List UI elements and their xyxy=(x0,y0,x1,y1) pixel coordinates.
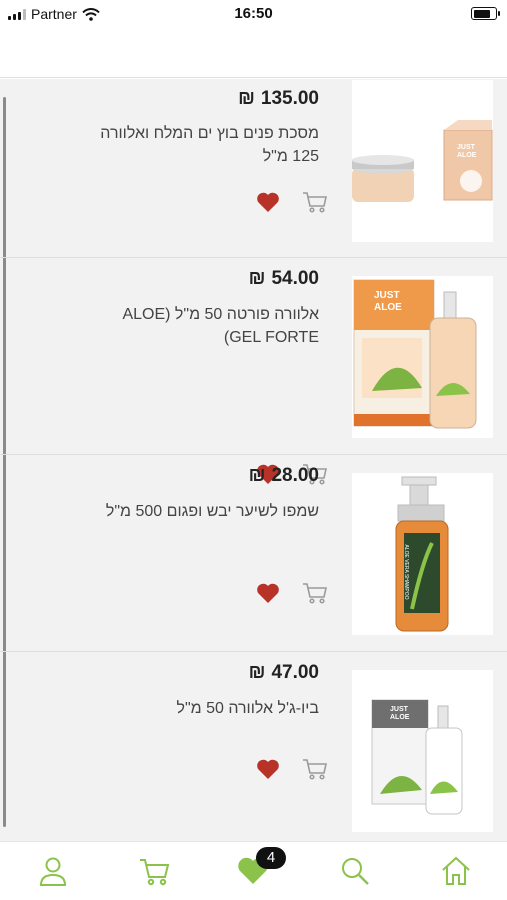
wishlist-count-badge: 4 xyxy=(256,847,286,869)
product-image-shampoo xyxy=(395,476,449,632)
product-image-bio-gel xyxy=(371,699,463,815)
product-title[interactable]: אלוורה פורטה 50 מ"ל (ALOE GEL FORTE) xyxy=(89,303,319,349)
nav-cart-button[interactable] xyxy=(137,854,171,888)
price-value: 135.00 xyxy=(260,88,319,109)
product-row[interactable]: JUST ALOE ₪ 47.00 ביו-ג'ל אלוורה 50 מ"ל xyxy=(0,653,507,841)
brand-text: JUST xyxy=(374,290,400,301)
cart-icon xyxy=(140,859,170,886)
search-icon xyxy=(342,858,369,885)
add-to-cart-button[interactable] xyxy=(302,757,328,781)
battery-fill xyxy=(473,9,490,18)
currency-symbol: ₪ xyxy=(238,88,255,109)
battery-icon xyxy=(471,7,500,20)
heart-icon xyxy=(257,759,279,779)
cart-icon xyxy=(303,583,327,604)
currency-symbol: ₪ xyxy=(248,268,266,289)
nav-home-button[interactable] xyxy=(439,854,473,888)
add-to-cart-button[interactable] xyxy=(302,190,328,214)
favorite-button[interactable] xyxy=(256,191,280,213)
brand-text: ALOE xyxy=(457,152,477,159)
product-image[interactable]: JUST ALOE xyxy=(352,80,493,242)
favorite-button[interactable] xyxy=(256,582,280,604)
product-image[interactable]: JUST ALOE xyxy=(352,670,493,832)
status-time: 16:50 xyxy=(234,5,273,22)
add-to-cart-button[interactable] xyxy=(302,581,328,605)
brand-text: JUST xyxy=(457,144,475,151)
currency-symbol: ₪ xyxy=(248,465,266,486)
heart-icon xyxy=(257,583,279,603)
bottom-navigation: 4 xyxy=(0,841,507,900)
header-bar xyxy=(0,28,507,78)
product-list[interactable]: JUST ALOE ₪ 135.00 מסכת פנים בוץ ים המלח … xyxy=(0,79,507,841)
brand-text: ALOE VERA SHAMPOO xyxy=(403,544,409,600)
user-icon xyxy=(39,857,67,886)
product-title[interactable]: ביו-ג'ל אלוורה 50 מ"ל xyxy=(89,697,319,720)
product-price: ₪ 28.00 xyxy=(249,465,319,487)
cart-icon xyxy=(303,192,327,213)
product-price: ₪ 47.00 xyxy=(249,662,319,684)
brand-text: JUST xyxy=(390,706,408,713)
product-image[interactable]: JUST ALOE xyxy=(352,276,493,438)
product-image-mask xyxy=(352,120,493,202)
nav-search-button[interactable] xyxy=(338,854,372,888)
product-price: ₪ 135.00 xyxy=(238,88,319,110)
favorite-button[interactable] xyxy=(256,758,280,780)
currency-symbol: ₪ xyxy=(248,662,266,683)
brand-text: ALOE xyxy=(390,714,410,721)
heart-icon xyxy=(257,192,279,212)
home-icon xyxy=(442,856,470,885)
product-title[interactable]: שמפו לשיער יבש ופגום 500 מ"ל xyxy=(89,500,319,523)
price-value: 54.00 xyxy=(271,268,319,289)
price-value: 47.00 xyxy=(271,662,319,683)
product-row[interactable]: JUST ALOE ₪ 54.00 אלוורה פורטה 50 מ"ל (AL… xyxy=(0,259,507,485)
product-price: ₪ 54.00 xyxy=(249,268,319,290)
product-row[interactable]: JUST ALOE ₪ 135.00 מסכת פנים בוץ ים המלח … xyxy=(0,79,507,258)
cart-icon xyxy=(303,759,327,780)
product-title[interactable]: מסכת פנים בוץ ים המלח ואלוורה 125 מ"ל xyxy=(89,122,319,168)
product-image[interactable]: ALOE VERA SHAMPOO xyxy=(352,473,493,635)
brand-text: ALOE xyxy=(374,302,402,313)
product-row[interactable]: ALOE VERA SHAMPOO ₪ 28.00 שמפו לשיער יבש … xyxy=(0,456,507,652)
status-bar: Partner 16:50 xyxy=(0,0,507,28)
nav-account-button[interactable] xyxy=(36,854,70,888)
price-value: 28.00 xyxy=(271,465,319,486)
